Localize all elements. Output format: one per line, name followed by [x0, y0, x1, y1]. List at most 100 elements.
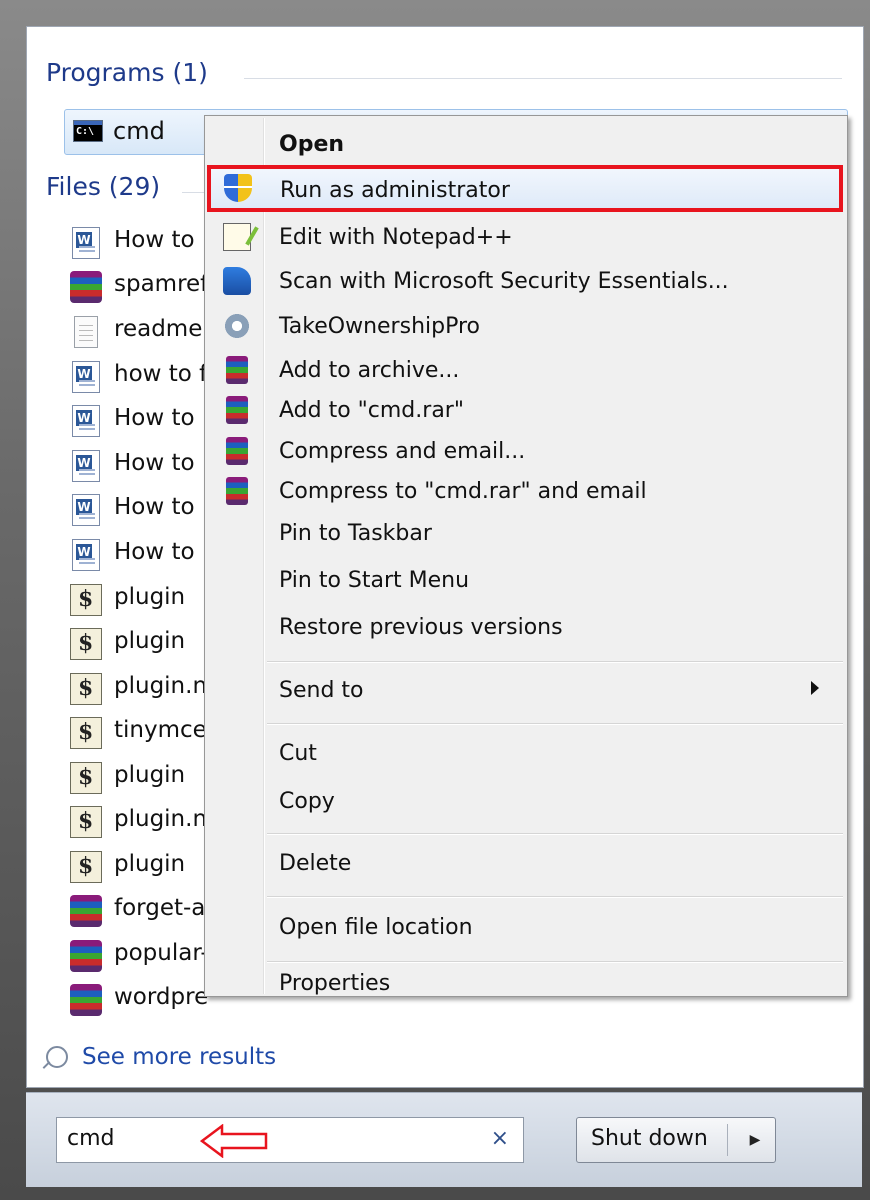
text-file-icon — [74, 316, 98, 348]
menu-separator — [267, 896, 843, 897]
menu-item-compress-and-email[interactable]: Compress and email... — [207, 432, 843, 472]
menu-item-properties[interactable]: Properties — [207, 964, 843, 1004]
winrar-archive-icon — [70, 271, 102, 303]
menu-item-label: Properties — [279, 971, 391, 996]
search-input[interactable]: cmd × — [56, 1117, 524, 1163]
menu-item-compress-to-cmd-rar-and-email[interactable]: Compress to "cmd.rar" and email — [207, 472, 843, 512]
file-item-label: plugin — [114, 762, 186, 788]
file-item-label: plugin.n — [114, 673, 208, 699]
menu-item-open-file-location[interactable]: Open file location — [207, 908, 843, 948]
menu-item-delete[interactable]: Delete — [207, 844, 843, 884]
php-script-icon — [70, 806, 102, 838]
files-section-header: Files (29) — [46, 172, 161, 201]
file-item-label: How to — [114, 494, 195, 520]
file-item[interactable]: tinymce — [64, 713, 207, 753]
menu-item-label: Open file location — [279, 915, 473, 940]
menu-item-label: Send to — [279, 678, 364, 703]
menu-item-label: Compress to "cmd.rar" and email — [279, 479, 647, 504]
menu-item-label: Cut — [279, 741, 317, 766]
php-script-icon — [70, 628, 102, 660]
word-document-icon — [72, 227, 100, 259]
file-item[interactable]: plugin — [64, 580, 204, 620]
menu-item-pin-to-taskbar[interactable]: Pin to Taskbar — [207, 514, 843, 554]
menu-item-send-to[interactable]: Send to — [207, 671, 843, 711]
word-document-icon — [72, 405, 100, 437]
menu-item-run-as-administrator[interactable]: Run as administrator — [207, 168, 843, 212]
menu-item-scan-security-essentials[interactable]: Scan with Microsoft Security Essentials.… — [207, 262, 843, 302]
menu-item-pin-to-start-menu[interactable]: Pin to Start Menu — [207, 561, 843, 601]
winrar-archive-icon — [70, 895, 102, 927]
menu-item-label: Copy — [279, 789, 335, 814]
file-item-label: plugin — [114, 584, 186, 610]
submenu-arrow-icon — [811, 681, 819, 695]
programs-section-header: Programs (1) — [46, 58, 208, 87]
file-item[interactable]: How to — [64, 401, 204, 441]
uac-shield-icon — [224, 174, 252, 202]
menu-item-add-to-archive[interactable]: Add to archive... — [207, 351, 843, 391]
shutdown-button[interactable]: Shut down ▶ — [576, 1117, 776, 1163]
file-item-label: readme — [114, 316, 203, 342]
menu-separator — [267, 833, 843, 834]
menu-item-edit-with-notepad[interactable]: Edit with Notepad++ — [207, 218, 843, 258]
file-item[interactable]: How to — [64, 535, 204, 575]
php-script-icon — [70, 851, 102, 883]
file-item[interactable]: plugin — [64, 758, 204, 798]
file-item[interactable]: plugin — [64, 624, 204, 664]
menu-item-cut[interactable]: Cut — [207, 734, 843, 774]
menu-item-label: Delete — [279, 851, 352, 876]
file-item[interactable]: popular- — [64, 936, 209, 976]
file-item-label: plugin — [114, 851, 186, 877]
shutdown-divider — [727, 1124, 728, 1156]
file-item[interactable]: How to — [64, 490, 204, 530]
menu-item-open[interactable]: Open — [207, 125, 843, 165]
search-input-value: cmd — [67, 1126, 115, 1151]
php-script-icon — [70, 673, 102, 705]
search-icon — [46, 1046, 68, 1068]
menu-item-restore-previous-versions[interactable]: Restore previous versions — [207, 608, 843, 648]
gear-icon — [223, 312, 251, 340]
menu-item-label: Open — [279, 132, 345, 157]
php-script-icon — [70, 584, 102, 616]
shutdown-label: Shut down — [591, 1126, 708, 1151]
menu-item-label: TakeOwnershipPro — [279, 314, 480, 339]
menu-item-label: Pin to Taskbar — [279, 521, 432, 546]
menu-item-copy[interactable]: Copy — [207, 782, 843, 822]
file-item[interactable]: plugin — [64, 847, 204, 887]
menu-item-label: Edit with Notepad++ — [279, 225, 513, 250]
file-item[interactable]: How to — [64, 223, 204, 263]
word-document-icon — [72, 494, 100, 526]
file-item-label: how to f — [114, 361, 208, 387]
file-item[interactable]: wordpre — [64, 980, 208, 1020]
context-menu: Open Run as administrator Edit with Note… — [204, 115, 848, 997]
security-essentials-icon — [223, 267, 251, 295]
winrar-archive-icon — [70, 984, 102, 1016]
menu-item-add-to-cmd-rar[interactable]: Add to "cmd.rar" — [207, 391, 843, 431]
notepad-plus-plus-icon — [223, 223, 251, 251]
file-item[interactable]: readme — [64, 312, 204, 352]
menu-item-label: Pin to Start Menu — [279, 568, 470, 593]
shutdown-options-arrow-icon[interactable]: ▶ — [735, 1122, 775, 1158]
winrar-icon — [226, 477, 248, 505]
file-item[interactable]: forget-a — [64, 891, 205, 931]
php-script-icon — [70, 762, 102, 794]
menu-item-label: Add to "cmd.rar" — [279, 398, 464, 423]
file-item[interactable]: spamref — [64, 267, 208, 307]
file-item[interactable]: plugin.n — [64, 802, 207, 842]
menu-item-takeownershippro[interactable]: TakeOwnershipPro — [207, 307, 843, 347]
section-divider — [244, 78, 842, 79]
file-item-label: plugin — [114, 628, 186, 654]
menu-item-label: Restore previous versions — [279, 615, 563, 640]
file-item[interactable]: How to — [64, 446, 204, 486]
winrar-icon — [226, 396, 248, 424]
file-item-label: How to — [114, 539, 195, 565]
file-item-label: How to — [114, 227, 195, 253]
clear-search-icon[interactable]: × — [491, 1126, 509, 1151]
file-item-label: popular- — [114, 940, 209, 966]
winrar-icon — [226, 437, 248, 465]
menu-separator — [267, 723, 843, 724]
file-item[interactable]: how to f — [64, 357, 208, 397]
file-item-label: spamref — [114, 271, 209, 297]
word-document-icon — [72, 539, 100, 571]
word-document-icon — [72, 361, 100, 393]
file-item[interactable]: plugin.n — [64, 669, 208, 709]
